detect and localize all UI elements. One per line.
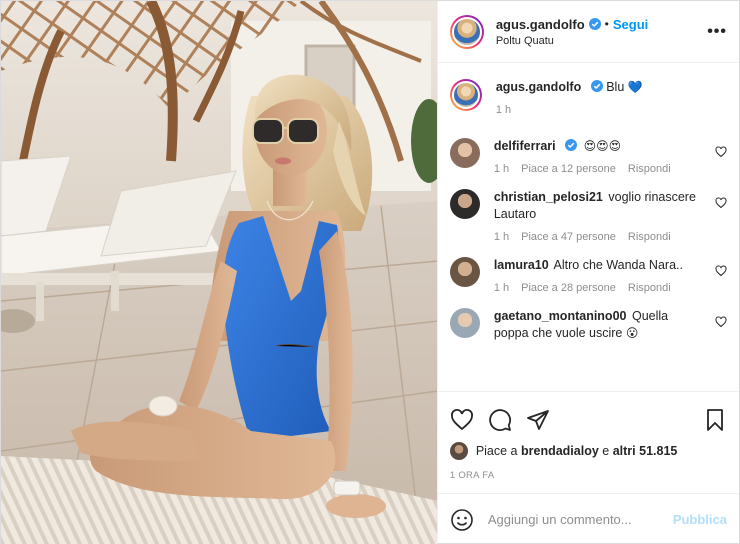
smiley-icon[interactable] [450, 508, 474, 532]
comment-item: lamura10 Altro che Wanda Nara.. 1 h Piac… [449, 257, 727, 294]
separator-dot: • [604, 17, 609, 31]
comment-like-heart-icon[interactable] [715, 265, 727, 277]
comment-item: delfiferrari 😍😍😍 1 h Piace a 12 persone … [449, 138, 727, 175]
caption-username[interactable]: agus.gandolfo [496, 80, 581, 94]
author-username[interactable]: agus.gandolfo [496, 17, 585, 32]
comment-icon[interactable] [488, 408, 512, 432]
comment-like-heart-icon[interactable] [715, 146, 727, 158]
post-caption: agus.gandolfo Blu 💙 1 h [449, 79, 727, 116]
comment-time[interactable]: 1 h [494, 231, 509, 243]
reply-button[interactable]: Rispondi [628, 163, 671, 175]
caption-time[interactable]: 1 h [496, 104, 511, 116]
comment-like-heart-icon[interactable] [715, 316, 727, 328]
post-side-panel: agus.gandolfo • Segui Poltu Quatu ••• ag… [436, 1, 739, 544]
reply-button[interactable]: Rispondi [628, 282, 671, 294]
comment-likes-count[interactable]: Piace a 28 persone [521, 282, 616, 294]
comment-username[interactable]: lamura10 [494, 258, 549, 272]
comment-username[interactable]: gaetano_montanino00 [494, 309, 627, 323]
heart-eyes-emoji: 😍😍😍 [583, 139, 622, 153]
commenter-avatar[interactable] [449, 308, 480, 338]
likes-prefix: Piace a [475, 444, 518, 458]
liker-username[interactable]: brendadialoy [521, 444, 599, 458]
instagram-post: agus.gandolfo • Segui Poltu Quatu ••• ag… [0, 0, 740, 544]
add-comment-bar: Pubblica [437, 493, 739, 544]
liker-avatar[interactable] [449, 442, 468, 460]
post-location[interactable]: Poltu Quatu [496, 35, 648, 47]
comments-list: agus.gandolfo Blu 💙 1 h delfiferrari 😍😍😍… [438, 63, 739, 391]
comment-time[interactable]: 1 h [494, 282, 509, 294]
caption-avatar[interactable] [449, 79, 482, 111]
surprised-emoji: 😮 [625, 326, 639, 340]
post-timestamp[interactable]: 1 ORA FA [450, 470, 727, 493]
author-meta: agus.gandolfo • Segui Poltu Quatu [496, 17, 648, 47]
action-icons [450, 400, 727, 440]
heart-icon[interactable] [450, 408, 474, 432]
comment-text: Altro che Wanda Nara.. [553, 258, 683, 272]
caption-text: agus.gandolfo Blu 💙 [496, 79, 705, 96]
commenter-avatar[interactable] [449, 138, 480, 168]
verified-badge-icon [588, 18, 601, 30]
comment-like-heart-icon[interactable] [715, 197, 727, 209]
post-photo-illustration [1, 1, 437, 544]
follow-button[interactable]: Segui [613, 17, 648, 32]
comment-username[interactable]: christian_pelosi21 [494, 190, 603, 204]
more-options-icon[interactable]: ••• [707, 23, 727, 41]
verified-badge-icon [590, 80, 603, 92]
likes-conj: e [602, 444, 610, 458]
post-photo[interactable] [1, 1, 437, 544]
post-actions: Piace a brendadialoy e altri 51.815 1 OR… [437, 391, 739, 493]
verified-badge-icon [565, 139, 578, 151]
bookmark-icon[interactable] [703, 408, 727, 432]
comment-likes-count[interactable]: Piace a 12 persone [521, 163, 616, 175]
commenter-avatar[interactable] [449, 257, 480, 287]
publish-button[interactable]: Pubblica [673, 512, 727, 527]
comment-item: christian_pelosi21 voglio rinascere Laut… [449, 189, 727, 243]
likes-summary: Piace a brendadialoy e altri 51.815 [449, 442, 727, 460]
likes-others[interactable]: altri 51.815 [613, 444, 678, 458]
comment-input[interactable] [487, 512, 673, 527]
comment-username[interactable]: delfiferrari [494, 139, 556, 153]
author-avatar[interactable] [449, 14, 484, 49]
paper-plane-icon[interactable] [526, 408, 550, 432]
caption-body: Blu [606, 80, 625, 94]
comment-time[interactable]: 1 h [494, 163, 509, 175]
reply-button[interactable]: Rispondi [628, 231, 671, 243]
commenter-avatar[interactable] [449, 189, 480, 219]
comment-likes-count[interactable]: Piace a 47 persone [521, 231, 616, 243]
blue-heart-emoji: 💙 [627, 80, 643, 94]
post-header: agus.gandolfo • Segui Poltu Quatu ••• [437, 1, 739, 63]
comment-item: gaetano_montanino00 Quella poppa che vuo… [449, 308, 727, 342]
